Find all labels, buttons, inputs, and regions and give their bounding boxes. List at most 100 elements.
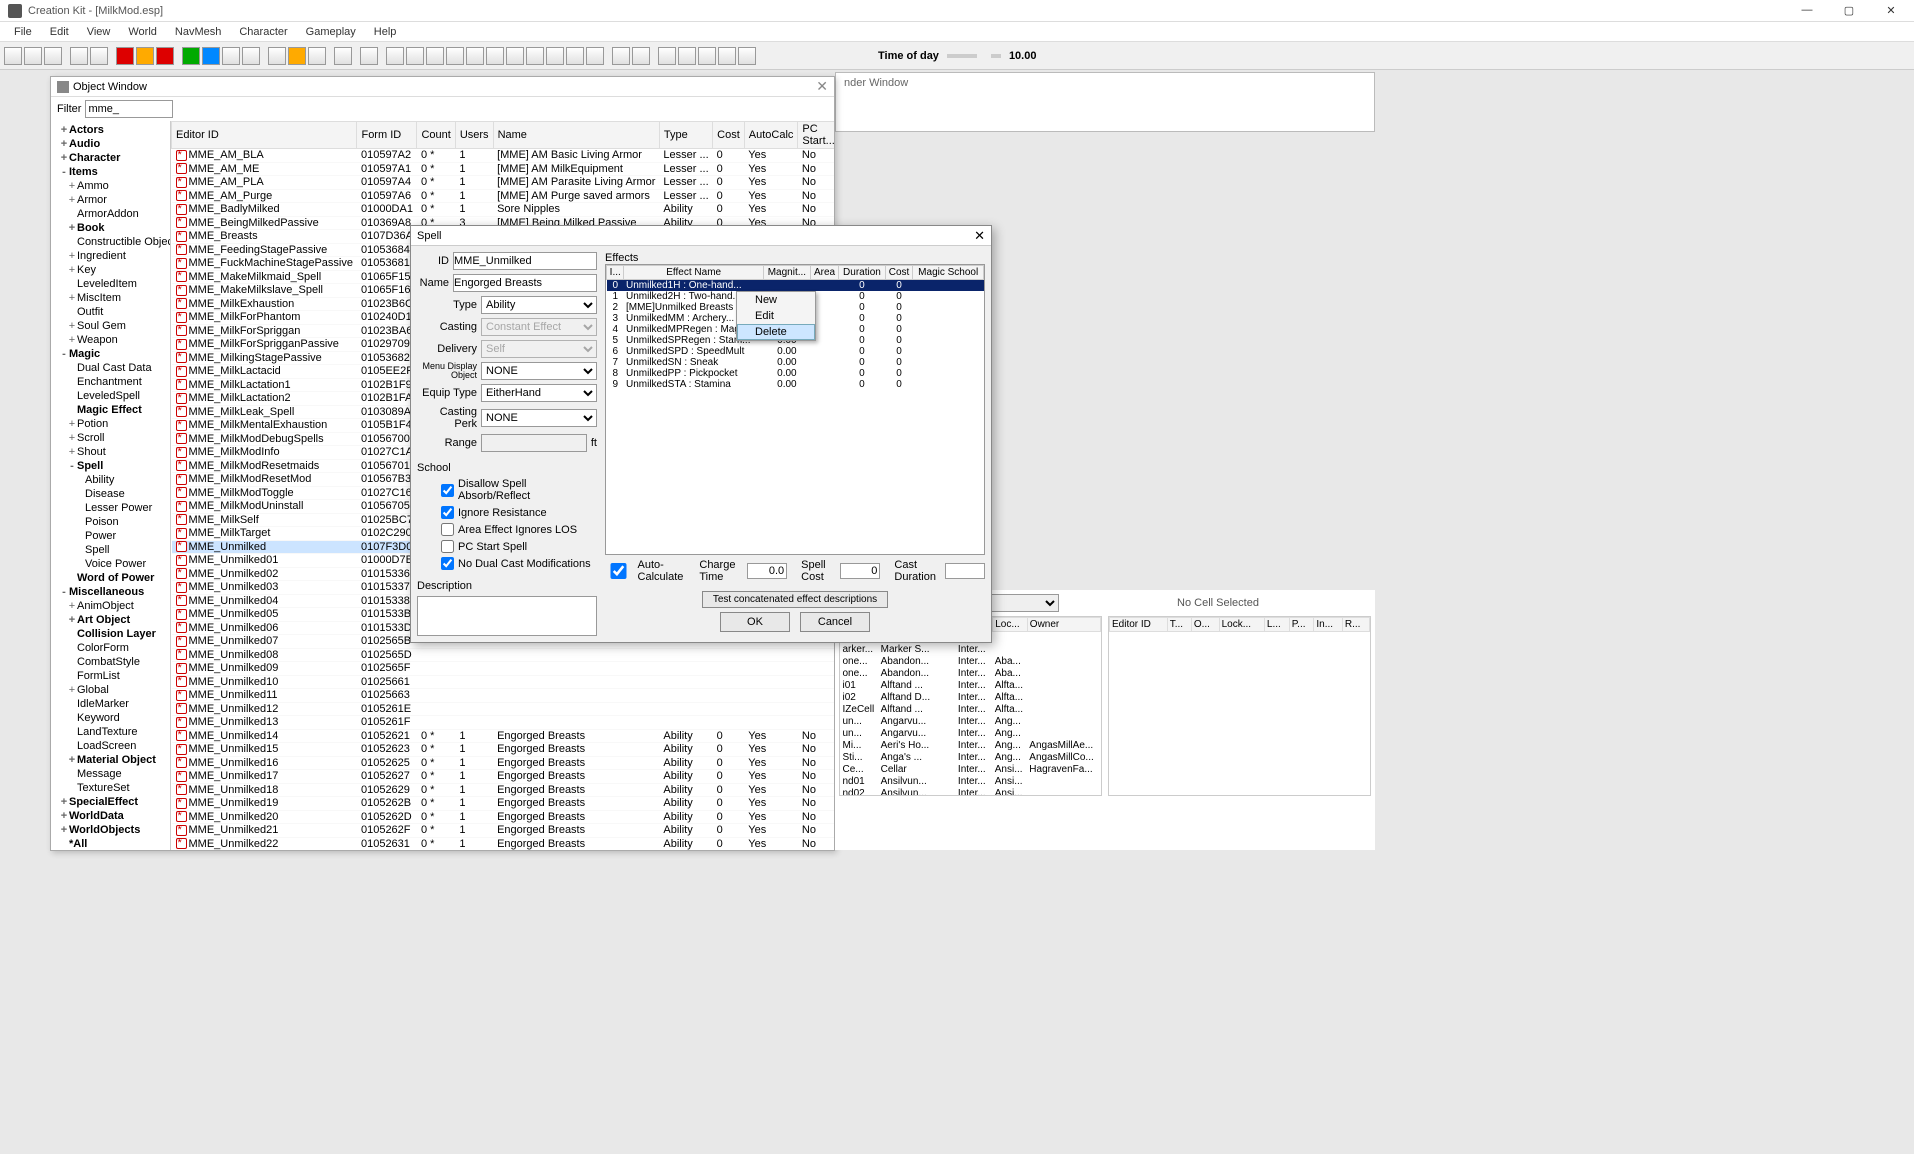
tree-node[interactable]: +Key [51, 263, 170, 277]
tree-node[interactable]: Message [51, 767, 170, 781]
tree-node[interactable]: +Material Object [51, 753, 170, 767]
tree-node[interactable]: Lesser Power [51, 501, 170, 515]
column-header[interactable]: Type [659, 122, 712, 149]
cell-row[interactable]: i01Alftand ...Inter...Alfta... [841, 680, 1101, 692]
tree-node[interactable]: +Shout [51, 445, 170, 459]
cell-row[interactable]: nd01Ansilvun...Inter...Ansi... [841, 776, 1101, 788]
tree-node[interactable]: +SpecialEffect [51, 795, 170, 809]
column-header[interactable]: Area [810, 266, 838, 280]
effect-row[interactable]: 8UnmilkedPP : Pickpocket0.0000 [607, 368, 984, 379]
table-row[interactable]: MME_Unmilked210105262F0 *1Engorged Breas… [172, 824, 835, 838]
tree-node[interactable]: -Items [51, 165, 170, 179]
table-row[interactable]: MME_AM_PLA010597A40 *1[MME] AM Parasite … [172, 176, 835, 190]
toolbar-button[interactable] [612, 47, 630, 65]
column-header[interactable]: Users [455, 122, 493, 149]
column-header[interactable]: Count [417, 122, 455, 149]
tree-node[interactable]: +Actors [51, 123, 170, 137]
tree-node[interactable]: +MiscItem [51, 291, 170, 305]
column-header[interactable]: I... [607, 266, 624, 280]
tree-node[interactable]: -Spell [51, 459, 170, 473]
table-row[interactable]: MME_Unmilked14010526210 *1Engorged Breas… [172, 729, 835, 743]
toolbar-button[interactable] [268, 47, 286, 65]
effect-row[interactable]: 0Unmilked1H : One-hand...00 [607, 280, 984, 292]
chargetime-input[interactable] [747, 563, 787, 579]
menubar[interactable]: FileEditViewWorldNavMeshCharacterGamepla… [0, 22, 1914, 42]
reference-list[interactable]: Editor IDT...O...Lock...L...P...In...R..… [1108, 616, 1371, 796]
toolbar-button[interactable] [486, 47, 504, 65]
menu-character[interactable]: Character [231, 24, 295, 40]
menu-gameplay[interactable]: Gameplay [298, 24, 364, 40]
tree-node[interactable]: Constructible Objec [51, 235, 170, 249]
cell-row[interactable]: un...Angarvu...Inter...Ang... [841, 728, 1101, 740]
table-row[interactable]: MME_Unmilked1101025663 [172, 689, 835, 703]
effect-row[interactable]: 9UnmilkedSTA : Stamina0.0000 [607, 379, 984, 390]
column-header[interactable]: Magnit... [763, 266, 810, 280]
cancel-button[interactable]: Cancel [800, 612, 870, 632]
toolbar-button[interactable] [202, 47, 220, 65]
tree-node[interactable]: Dual Cast Data [51, 361, 170, 375]
cell-row[interactable]: i02Alftand D...Inter...Alfta... [841, 692, 1101, 704]
context-menu[interactable]: NewEditDelete [736, 291, 816, 341]
table-row[interactable]: MME_Unmilked15010526230 *1Engorged Breas… [172, 743, 835, 757]
tree-node[interactable]: ArmorAddon [51, 207, 170, 221]
menu-view[interactable]: View [79, 24, 119, 40]
table-row[interactable]: MME_Unmilked080102565D [172, 648, 835, 662]
toolbar-button[interactable] [308, 47, 326, 65]
toolbar-button[interactable] [526, 47, 544, 65]
table-row[interactable]: MME_Unmilked090102565F [172, 662, 835, 676]
context-new[interactable]: New [737, 292, 815, 308]
column-header[interactable]: Name [493, 122, 659, 149]
time-slider[interactable] [947, 54, 977, 58]
name-input[interactable] [453, 274, 597, 292]
toolbar-button[interactable] [678, 47, 696, 65]
tree-node[interactable]: +Art Object [51, 613, 170, 627]
castdur-input[interactable] [945, 563, 985, 579]
table-row[interactable]: MME_BadlyMilked01000DA10 *1Sore NipplesA… [172, 203, 835, 217]
toolbar-button[interactable] [334, 47, 352, 65]
column-header[interactable]: Duration [839, 266, 885, 280]
menu-help[interactable]: Help [366, 24, 405, 40]
tree-node[interactable]: TextureSet [51, 781, 170, 795]
table-row[interactable]: MME_Unmilked130105261F [172, 716, 835, 730]
tree-node[interactable]: +Weapon [51, 333, 170, 347]
toolbar-button[interactable] [466, 47, 484, 65]
id-input[interactable] [453, 252, 597, 270]
cell-row[interactable]: nd02Ansilvun...Inter...Ansi... [841, 788, 1101, 796]
test-descriptions-button[interactable]: Test concatenated effect descriptions [702, 591, 888, 608]
tree-node[interactable]: +Global [51, 683, 170, 697]
column-header[interactable]: Effect Name [624, 266, 763, 280]
autocalc-checkbox[interactable] [605, 563, 632, 579]
toolbar-button[interactable] [698, 47, 716, 65]
tree-node[interactable]: Keyword [51, 711, 170, 725]
tree-node[interactable]: Word of Power [51, 571, 170, 585]
toolbar-button[interactable] [426, 47, 444, 65]
cell-row[interactable]: un...Angarvu...Inter...Ang... [841, 716, 1101, 728]
toolbar-button[interactable] [156, 47, 174, 65]
tree-node[interactable]: +Ingredient [51, 249, 170, 263]
menu-edit[interactable]: Edit [42, 24, 77, 40]
column-header[interactable]: AutoCalc [744, 122, 798, 149]
toolbar-button[interactable] [632, 47, 650, 65]
close-icon[interactable]: ✕ [974, 228, 985, 244]
tree-node[interactable]: Collision Layer [51, 627, 170, 641]
close-icon[interactable]: ✕ [816, 78, 828, 95]
toolbar-button[interactable] [222, 47, 240, 65]
effects-list[interactable]: I...Effect NameMagnit...AreaDurationCost… [605, 264, 985, 555]
toolbar-button[interactable] [288, 47, 306, 65]
tree-node[interactable]: +Ammo [51, 179, 170, 193]
menu-world[interactable]: World [120, 24, 165, 40]
toolbar-button[interactable] [24, 47, 42, 65]
tree-node[interactable]: +AnimObject [51, 599, 170, 613]
effect-row[interactable]: 7UnmilkedSN : Sneak0.0000 [607, 357, 984, 368]
table-row[interactable]: MME_Unmilked16010526250 *1Engorged Breas… [172, 756, 835, 770]
toolbar-button[interactable] [182, 47, 200, 65]
tree-node[interactable]: Ability [51, 473, 170, 487]
perk-select[interactable]: NONE [481, 409, 597, 427]
cell-row[interactable]: one...Abandon...Inter...Aba... [841, 668, 1101, 680]
table-row[interactable]: MME_AM_Purge010597A60 *1[MME] AM Purge s… [172, 189, 835, 203]
toolbar-button[interactable] [546, 47, 564, 65]
tree-node[interactable]: Outfit [51, 305, 170, 319]
cell-row[interactable]: arker...Marker S...Inter... [841, 644, 1101, 656]
cell-list[interactable]: DNameL...Coor...Loc...Owneriel...TestTor… [839, 616, 1102, 796]
close-button[interactable]: ✕ [1876, 4, 1906, 17]
